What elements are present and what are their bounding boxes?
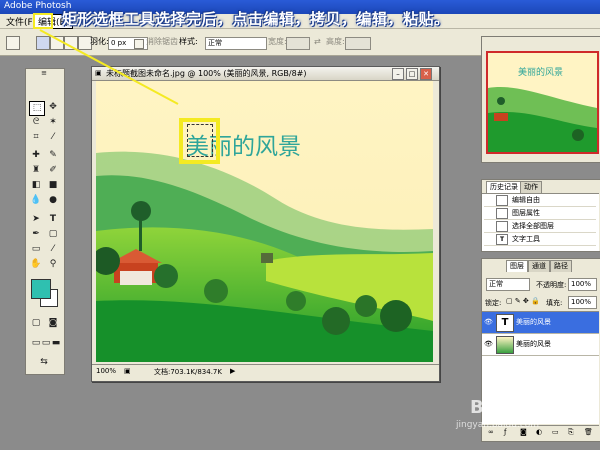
history-item[interactable]: T 文字工具 — [484, 233, 596, 246]
history-item[interactable]: 选择全部图层 — [484, 220, 596, 233]
toolbox-grip-icon[interactable]: ≡ — [37, 69, 51, 77]
subtract-selection-icon[interactable] — [64, 36, 78, 50]
opacity-label: 不透明度: — [536, 281, 567, 289]
type-icon: T — [496, 233, 508, 245]
layer-row-image[interactable]: 👁 美丽的风景 — [482, 334, 599, 356]
eyedropper-tool-icon[interactable]: ⁄ — [46, 243, 60, 256]
watermark-url: jingyan.baidu.com — [456, 420, 540, 430]
navigator-panel: 美丽的风景 — [481, 36, 600, 163]
instruction-caption: 矩形选框工具选择完后，点击编辑，拷贝，编辑，粘贴。 — [62, 10, 450, 28]
history-item[interactable]: 编辑自由 — [484, 194, 596, 207]
zoom-level[interactable]: 100% — [96, 367, 116, 375]
add-selection-icon[interactable] — [50, 36, 64, 50]
zoom-menu-icon[interactable]: ▣ — [124, 367, 131, 375]
eye-icon[interactable]: 👁 — [484, 340, 493, 348]
blend-mode-select[interactable]: 正常 — [486, 278, 530, 291]
new-layer-icon[interactable]: ⎘ — [568, 428, 574, 437]
fill-label: 填充: — [546, 299, 563, 307]
tab-layers[interactable]: 图层 — [506, 260, 528, 272]
navigator-thumb-text: 美丽的风景 — [518, 68, 564, 78]
document-size: 文档:703.1K/834.7K — [154, 368, 222, 376]
history-brush-icon[interactable]: ✐ — [46, 164, 60, 177]
swap-icon[interactable]: ⇄ — [314, 35, 321, 49]
width-input[interactable] — [286, 37, 310, 50]
lock-icons[interactable]: ▢ ✎ ✥ 🔒 — [506, 297, 540, 305]
slice-tool-icon[interactable]: ⁄ — [46, 131, 60, 144]
status-arrow-icon[interactable]: ▶ — [230, 367, 235, 375]
doc-icon — [496, 220, 508, 232]
history-item[interactable]: 图层属性 — [484, 207, 596, 220]
doc-icon — [496, 207, 508, 219]
move-tool-icon[interactable]: ✥ — [46, 101, 60, 114]
document-title: 未标题截图未命名.jpg @ 100% (美丽的风景, RGB/8#) — [106, 69, 307, 78]
hand-tool-icon[interactable]: ✋ — [29, 258, 43, 271]
document-window: ▣ 未标题截图未命名.jpg @ 100% (美丽的风景, RGB/8#) – … — [91, 66, 440, 382]
new-group-icon[interactable]: ▭ — [552, 428, 559, 436]
tab-channels[interactable]: 通道 — [528, 260, 550, 272]
height-input[interactable] — [345, 37, 371, 50]
quickmask-mode-icon[interactable]: ◙ — [46, 317, 60, 330]
gradient-tool-icon[interactable]: ■ — [46, 179, 60, 192]
healing-tool-icon[interactable]: ✚ — [29, 149, 43, 162]
eraser-tool-icon[interactable]: ◧ — [29, 179, 43, 192]
magic-wand-tool-icon[interactable]: ✶ — [46, 116, 60, 129]
tab-paths[interactable]: 路径 — [550, 260, 572, 272]
image-layer-thumbnail — [496, 336, 514, 354]
eye-icon[interactable]: 👁 — [484, 318, 493, 326]
marquee-preset-icon[interactable] — [6, 36, 20, 50]
brush-tool-icon[interactable]: ✎ — [46, 149, 60, 162]
style-select[interactable]: 正常 — [205, 37, 267, 50]
landscape-image — [96, 81, 433, 362]
blur-tool-icon[interactable]: 💧 — [29, 194, 43, 207]
document-status-bar: 100% ▣ 文档:703.1K/834.7K ▶ — [92, 364, 439, 380]
height-label: 高度: — [326, 37, 345, 46]
rect-marquee-tool-icon[interactable]: ⬚ — [29, 101, 45, 116]
new-selection-icon[interactable] — [36, 36, 50, 50]
toolbox: ≡ ⬚ ✥ ᘓ ✶ ⌗ ⁄ ✚ ✎ ♜ ✐ ◧ ■ 💧 ● ➤ T ✒ ▢ ▭ … — [25, 68, 65, 375]
style-label: 样式: — [179, 37, 198, 46]
fill-input[interactable]: 100% — [568, 296, 597, 309]
image-canvas[interactable] — [96, 81, 433, 362]
feather-label: 羽化: — [90, 37, 109, 46]
doc-icon — [496, 194, 508, 206]
foreground-color-swatch-top[interactable] — [31, 279, 51, 299]
close-icon[interactable]: ✕ — [420, 68, 432, 80]
standard-mode-icon[interactable]: ▢ — [29, 317, 43, 330]
tab-actions[interactable]: 动作 — [520, 181, 542, 193]
history-list: 编辑自由 图层属性 选择全部图层 T 文字工具 — [482, 193, 599, 251]
type-tool-icon[interactable]: T — [46, 213, 60, 226]
navigator-thumbnail[interactable]: 美丽的风景 — [486, 51, 599, 154]
jump-to-imageready-icon[interactable]: ⇆ — [37, 356, 51, 369]
layer-row-text[interactable]: 👁 T 美丽的风景 — [482, 312, 599, 334]
lock-label: 锁定: — [485, 299, 502, 307]
stamp-tool-icon[interactable]: ♜ — [29, 164, 43, 177]
minimize-icon[interactable]: – — [392, 68, 404, 80]
dodge-tool-icon[interactable]: ● — [46, 194, 60, 207]
tab-history[interactable]: 历史记录 — [486, 181, 522, 193]
pen-tool-icon[interactable]: ✒ — [29, 228, 43, 241]
document-title-bar[interactable]: ▣ 未标题截图未命名.jpg @ 100% (美丽的风景, RGB/8#) – … — [92, 67, 439, 81]
screen-mode-full-icon[interactable]: ▬ — [49, 337, 63, 350]
layer-name: 美丽的风景 — [516, 318, 551, 326]
text-layer-icon: T — [496, 314, 514, 332]
lasso-tool-icon[interactable]: ᘓ — [29, 116, 43, 129]
watermark-logo: Bai 经验 — [470, 397, 545, 418]
shape-tool-icon[interactable]: ▢ — [46, 228, 60, 241]
opacity-input[interactable]: 100% — [568, 278, 597, 291]
path-select-tool-icon[interactable]: ➤ — [29, 213, 43, 226]
antialias-label: 消除锯齿 — [146, 37, 178, 46]
width-label: 宽度: — [268, 37, 287, 46]
history-panel: 历史记录 动作 编辑自由 图层属性 选择全部图层 T 文字工具 — [481, 179, 600, 252]
notes-tool-icon[interactable]: ▭ — [29, 243, 43, 256]
layer-name: 美丽的风景 — [516, 340, 551, 348]
document-icon: ▣ — [95, 69, 102, 77]
crop-tool-icon[interactable]: ⌗ — [29, 131, 43, 144]
zoom-tool-icon[interactable]: ⚲ — [46, 258, 60, 271]
maximize-icon[interactable]: □ — [406, 68, 418, 80]
trash-icon[interactable]: 🗑 — [584, 428, 593, 436]
antialias-checkbox[interactable] — [134, 39, 144, 49]
